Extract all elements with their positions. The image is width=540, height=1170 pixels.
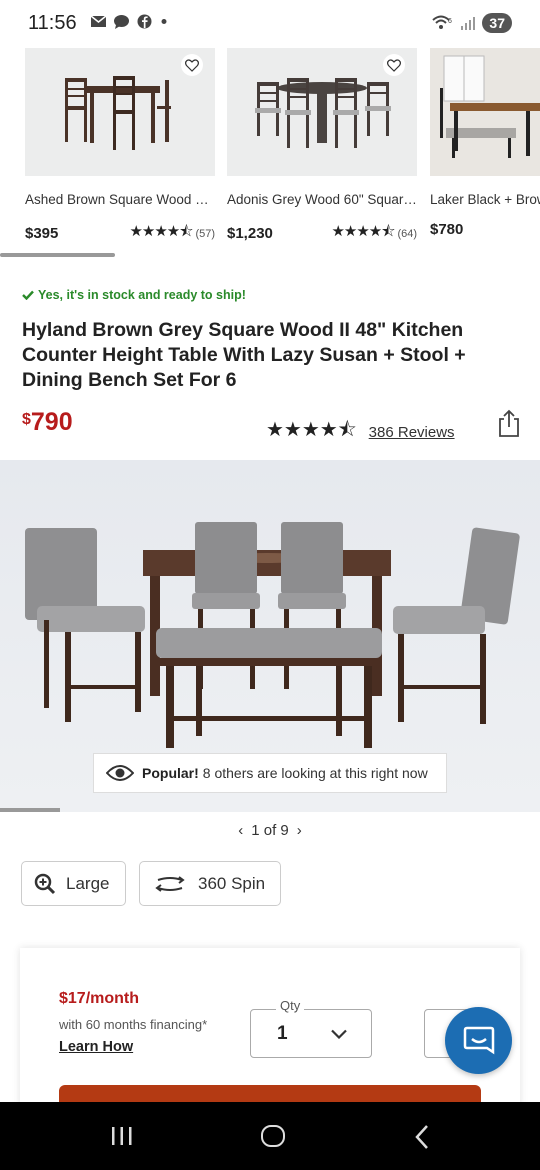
learn-how-link[interactable]: Learn How (59, 1039, 133, 1055)
product-rating[interactable]: ★★★★⯪ 386 Reviews (266, 415, 455, 449)
svg-text:6: 6 (448, 18, 452, 25)
review-count: (64) (397, 227, 417, 240)
product-card-price: $1,230 (227, 225, 273, 242)
product-card-title[interactable]: Laker Black + Brown Dining Set (430, 192, 540, 207)
signal-icon (461, 17, 476, 30)
share-icon (499, 409, 519, 437)
heart-icon (387, 58, 401, 72)
recent-apps-icon[interactable] (111, 1126, 133, 1146)
star-rating-icon: ★★★★⯪ (266, 419, 357, 441)
favorite-button[interactable] (383, 54, 405, 76)
stock-status: Yes, it's in stock and ready to ship! (22, 288, 246, 302)
chevron-down-icon (331, 1029, 347, 1039)
battery-indicator: 37 (482, 13, 512, 33)
wifi-icon: 6 (432, 15, 452, 29)
chat-button[interactable] (445, 1007, 512, 1074)
image-scroll-indicator (0, 808, 60, 812)
back-icon[interactable] (414, 1124, 430, 1150)
price-amount: 790 (30, 408, 73, 436)
product-card-rating: ★★★★⯪ (64) (331, 221, 417, 246)
star-rating-icon: ★★★★⯪ (129, 223, 193, 240)
heart-icon (185, 58, 199, 72)
notification-icons (90, 14, 176, 29)
large-view-label: Large (66, 873, 110, 893)
qty-label: Qty (276, 998, 305, 1013)
next-image-button[interactable]: › (297, 822, 302, 839)
spin-360-button[interactable]: 360 Spin (139, 861, 281, 906)
prev-image-button[interactable]: ‹ (238, 822, 243, 839)
review-count: (57) (195, 227, 215, 240)
product-card[interactable]: Adonis Grey Wood 60" Square Dining Set $… (227, 48, 417, 246)
quantity-select[interactable]: 1 (250, 1009, 372, 1058)
status-time: 11:56 (28, 12, 77, 34)
spin-360-icon (155, 875, 185, 892)
mail-icon (90, 15, 107, 27)
product-image[interactable] (25, 48, 215, 176)
financing-text: with 60 months financing* (59, 1017, 208, 1032)
product-card-price: $780 (430, 221, 464, 238)
large-view-button[interactable]: Large (21, 861, 126, 906)
home-icon[interactable] (261, 1125, 285, 1147)
product-card-title[interactable]: Adonis Grey Wood 60" Square Dining Set (227, 192, 417, 207)
facebook-icon (137, 14, 152, 29)
recommended-carousel[interactable]: Ashed Brown Square Wood Counter Height D… (0, 48, 540, 258)
share-button[interactable] (496, 408, 522, 438)
purchase-panel: $17/month with 60 months financing* Lear… (20, 948, 520, 1115)
popular-text: 8 others are looking at this right now (202, 765, 428, 781)
favorite-button[interactable] (181, 54, 203, 76)
spin-360-label: 360 Spin (198, 873, 266, 893)
dot-icon (161, 19, 167, 24)
product-card-price: $395 (25, 225, 59, 242)
image-pager: ‹ 1 of 9 › (0, 822, 540, 839)
carousel-scroll-indicator (0, 253, 115, 257)
pager-label: 1 of 9 (251, 822, 289, 839)
product-card-title[interactable]: Ashed Brown Square Wood Counter Height D… (25, 192, 215, 207)
system-nav-bar (0, 1102, 540, 1170)
product-image[interactable] (227, 48, 417, 176)
product-title: Hyland Brown Grey Square Wood II 48" Kit… (22, 319, 466, 391)
zoom-icon (34, 873, 56, 894)
reviews-link[interactable]: 386 Reviews (369, 424, 455, 441)
check-icon (22, 290, 34, 300)
quantity-value: 1 (277, 1022, 288, 1044)
product-image[interactable] (430, 48, 540, 176)
chat-bubble-icon (114, 15, 129, 29)
popular-label: Popular! (142, 765, 199, 781)
product-card[interactable]: Laker Black + Brown Dining Set $780 (430, 48, 540, 238)
product-price: $790 (22, 408, 73, 437)
product-card[interactable]: Ashed Brown Square Wood Counter Height D… (25, 48, 215, 246)
stock-status-text: Yes, it's in stock and ready to ship! (38, 288, 246, 302)
star-rating-icon: ★★★★⯪ (331, 223, 395, 240)
monthly-price: $17/month (59, 990, 140, 1007)
system-indicators: 6 37 (432, 13, 512, 33)
dining-set-illustration (430, 48, 540, 176)
product-card-rating: ★★★★⯪ (57) (129, 221, 215, 246)
eye-icon (106, 765, 134, 781)
popular-banner: Popular! 8 others are looking at this ri… (93, 753, 447, 793)
price-currency: $ (22, 411, 31, 428)
chat-icon (463, 1026, 494, 1054)
status-bar: 11:56 6 37 (0, 0, 540, 48)
